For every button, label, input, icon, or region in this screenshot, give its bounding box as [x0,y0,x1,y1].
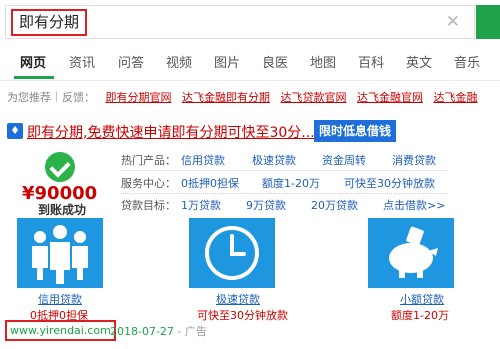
tab-qa[interactable]: 问答 [118,52,144,71]
people-icon [32,225,88,284]
product-name[interactable]: 极速贷款 [216,291,260,307]
info-link[interactable]: 信用贷款 [181,152,225,168]
recommend-link[interactable]: 达飞金融官网 [357,91,423,104]
site-meta: 2018-07-27 - 广告 [110,323,207,339]
info-link[interactable]: 消费贷款 [392,152,436,168]
site-url[interactable]: www.yirendai.com [5,320,116,341]
recommend-bar: 为您推荐｜反馈： 即有分期官网 达飞金融即有分期 达飞贷款官网 达飞金融官网 达… [7,89,478,105]
recommend-label: 为您推荐｜反馈： [7,91,95,104]
product-feature: 额度1-20万 [391,309,449,322]
vertical-tabs: 网页 资讯 问答 视频 图片 良医 地图 百科 英文 音乐 [0,52,500,80]
piggy-bank-icon [389,226,438,278]
info-link[interactable]: 点击借款>> [383,197,445,213]
ad-date: 2018-07-27 [110,325,174,338]
tab-map[interactable]: 地图 [310,52,336,71]
info-link[interactable]: 资金周转 [322,152,366,168]
product-tile-credit[interactable] [17,218,103,288]
tab-web[interactable]: 网页 [20,52,46,71]
info-label: 热门产品： [121,154,176,167]
ad-tag: - 广告 [173,325,207,338]
divider [121,170,448,171]
product-feature: 可快至30分钟放款 [197,309,288,322]
recommend-link[interactable]: 达飞贷款官网 [281,91,347,104]
promo-button[interactable]: 限时低息借钱 [314,120,396,142]
ad-title-link[interactable]: 即有分期,免费快速申请即有分期可快至30分... [27,122,315,142]
search-input[interactable]: 即有分期 [11,9,88,36]
active-tab-indicator [14,76,54,79]
tab-news[interactable]: 资讯 [69,52,95,71]
info-link[interactable]: 可快至30分钟放款 [344,175,435,191]
divider [121,193,448,194]
clock-icon [205,226,259,280]
info-link[interactable]: 极速贷款 [252,152,296,168]
info-label: 服务中心： [121,177,176,190]
tab-baike[interactable]: 百科 [358,52,384,71]
product-name[interactable]: 信用贷款 [38,291,82,307]
tab-health[interactable]: 良医 [262,52,288,71]
recommend-link[interactable]: 达飞金融 [434,91,478,104]
product-tile-fast[interactable] [189,218,275,288]
info-link[interactable]: 1万贷款 [181,197,221,213]
tab-music[interactable]: 音乐 [454,52,480,71]
tab-english[interactable]: 英文 [406,52,432,71]
search-button[interactable] [476,5,500,39]
product-name[interactable]: 小额贷款 [400,291,444,307]
tab-video[interactable]: 视频 [166,52,192,71]
close-icon[interactable]: ✕ [446,12,460,32]
info-link[interactable]: 9万贷款 [246,197,286,213]
info-link[interactable]: 20万贷款 [311,197,358,213]
search-box[interactable]: 即有分期 ✕ [5,5,475,39]
tab-images[interactable]: 图片 [214,52,240,71]
loan-status: 到账成功 [38,203,87,217]
divider [0,80,500,81]
brand-icon: ♦ [7,123,23,139]
info-link[interactable]: 0抵押0担保 [181,175,239,191]
info-link[interactable]: 额度1-20万 [262,175,320,191]
info-label: 贷款目标： [121,199,176,212]
recommend-link[interactable]: 达飞金融即有分期 [182,91,270,104]
recommend-link[interactable]: 即有分期官网 [106,91,172,104]
product-tile-small[interactable] [368,218,454,288]
check-icon [45,152,75,182]
